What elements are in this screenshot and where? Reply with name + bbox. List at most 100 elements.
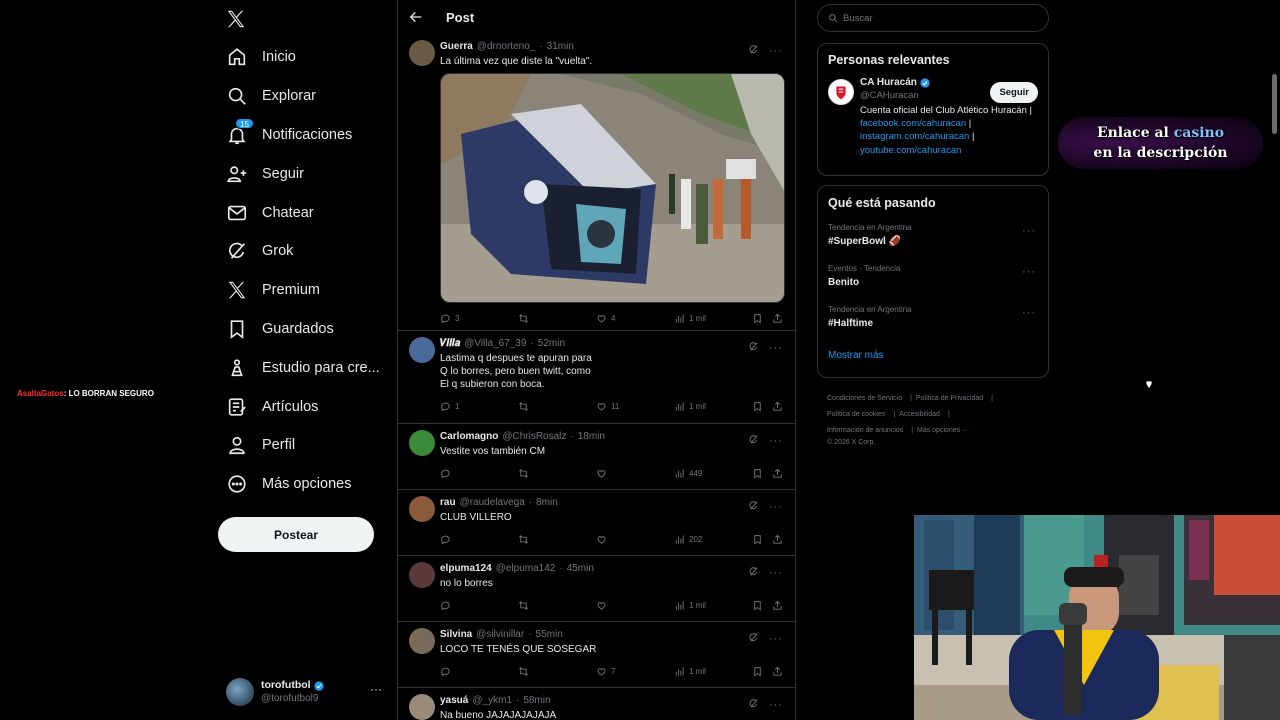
retweet-button[interactable]: [518, 468, 533, 479]
more-icon[interactable]: ···: [1022, 307, 1036, 319]
footer-link[interactable]: Política de cookies: [827, 411, 885, 418]
timestamp[interactable]: 52min: [538, 337, 565, 350]
reply-tweet[interactable]: ··· yasuá @_ykm1 · 58min Na bueno JAJAJA…: [398, 688, 795, 720]
reply-tweet[interactable]: ··· elpuma124 @elpuma142 · 45min no lo b…: [398, 556, 795, 622]
author-name[interactable]: Silvina: [440, 628, 472, 641]
bookmark-button[interactable]: [752, 468, 763, 481]
relevant-account[interactable]: CA Huracán @CAHuracan Cuenta oficial del…: [818, 71, 1048, 201]
avatar[interactable]: [409, 430, 435, 456]
nav-item-estudio[interactable]: Estudio para cre...: [218, 348, 398, 387]
scrollbar-thumb[interactable]: [1272, 74, 1277, 134]
views-button[interactable]: 202: [674, 534, 702, 545]
views-button[interactable]: 1 mil: [674, 600, 706, 611]
footer-link[interactable]: Más opciones ···: [917, 427, 969, 434]
reply-tweet[interactable]: ··· rau @raudelavega · 8min CLUB VILLERO…: [398, 490, 795, 556]
nav-item-mas-opciones[interactable]: Más opciones: [218, 465, 398, 504]
like-button[interactable]: 4: [596, 313, 615, 324]
reply-tweet[interactable]: ··· 𝑽𝒊𝒍𝒍𝒂 @Villa_67_39 · 52min Lastima q…: [398, 331, 795, 424]
reply-button[interactable]: 1: [440, 401, 459, 412]
author-name[interactable]: yasuá: [440, 694, 468, 707]
share-button[interactable]: [772, 401, 783, 414]
trend-item[interactable]: Eventos · Tendencia Benito ···: [818, 260, 1048, 301]
share-button[interactable]: [772, 666, 783, 679]
post-button[interactable]: Postear: [218, 517, 374, 552]
like-button[interactable]: 11: [596, 401, 619, 412]
bio-link-facebook[interactable]: facebook.com/cahuracan: [860, 118, 966, 129]
bookmark-button[interactable]: [752, 313, 763, 326]
search-input[interactable]: [843, 12, 1033, 24]
share-button[interactable]: [772, 600, 783, 613]
retweet-button[interactable]: [518, 313, 533, 324]
reply-tweet[interactable]: ··· Guerra @drnorteno_ · 31min La última…: [398, 34, 795, 331]
retweet-button[interactable]: [518, 401, 533, 412]
more-icon[interactable]: ···: [1022, 225, 1036, 237]
avatar[interactable]: [409, 496, 435, 522]
bookmark-button[interactable]: [752, 401, 763, 414]
like-button[interactable]: [596, 600, 611, 611]
nav-item-explorar[interactable]: Explorar: [218, 77, 398, 116]
trend-item[interactable]: Tendencia en Argentina #Halftime ···: [818, 301, 1048, 342]
nav-item-chatear[interactable]: Chatear: [218, 193, 398, 232]
timestamp[interactable]: 58min: [523, 694, 550, 707]
more-icon[interactable]: ···: [769, 634, 783, 645]
bookmark-button[interactable]: [752, 666, 763, 679]
reply-button[interactable]: [440, 666, 455, 677]
footer-link[interactable]: Información de anuncios: [827, 427, 903, 434]
reply-button[interactable]: [440, 468, 455, 479]
bookmark-button[interactable]: [752, 600, 763, 613]
retweet-button[interactable]: [518, 534, 533, 545]
author-name[interactable]: elpuma124: [440, 562, 492, 575]
timestamp[interactable]: 45min: [567, 562, 594, 575]
grok-icon[interactable]: [748, 42, 759, 60]
nav-item-seguir[interactable]: Seguir: [218, 154, 398, 193]
author-name[interactable]: 𝑽𝒊𝒍𝒍𝒂: [440, 337, 460, 350]
reply-tweet[interactable]: ··· Carlomagno @ChrisRosalz · 18min Vest…: [398, 424, 795, 490]
author-name[interactable]: Guerra: [440, 40, 473, 53]
back-arrow-icon[interactable]: [408, 9, 424, 25]
nav-item-premium[interactable]: Premium: [218, 271, 398, 310]
author-handle[interactable]: @drnorteno_: [477, 40, 536, 53]
grok-icon[interactable]: [748, 696, 759, 714]
retweet-button[interactable]: [518, 666, 533, 677]
grok-icon[interactable]: [748, 630, 759, 648]
author-handle[interactable]: @Villa_67_39: [464, 337, 526, 350]
author-name[interactable]: Carlomagno: [440, 430, 498, 443]
views-button[interactable]: 449: [674, 468, 702, 479]
show-more-link[interactable]: Mostrar más: [818, 342, 1048, 373]
like-button[interactable]: [596, 534, 611, 545]
reply-button[interactable]: 3: [440, 313, 459, 324]
nav-item-grok[interactable]: Grok: [218, 232, 398, 271]
more-icon[interactable]: ···: [769, 436, 783, 447]
footer-link[interactable]: Política de Privacidad: [916, 395, 983, 402]
avatar[interactable]: [409, 337, 435, 363]
like-button[interactable]: 7: [596, 666, 615, 677]
footer-link[interactable]: Accesibilidad: [899, 411, 940, 418]
trend-item[interactable]: Tendencia en Argentina #SuperBowl 🏈 ···: [818, 219, 1048, 260]
bookmark-button[interactable]: [752, 534, 763, 547]
reply-tweet[interactable]: ··· Silvina @silvinillar · 55min LOCO TE…: [398, 622, 795, 688]
author-handle[interactable]: @raudelavega: [460, 496, 525, 509]
views-button[interactable]: 1 mil: [674, 401, 706, 412]
avatar[interactable]: [409, 628, 435, 654]
account-switcher[interactable]: torofutbol @torofutbol9 ···: [226, 676, 386, 708]
more-icon[interactable]: ···: [769, 502, 783, 513]
share-button[interactable]: [772, 468, 783, 481]
grok-icon[interactable]: [748, 564, 759, 582]
nav-item-notificaciones[interactable]: 15 Notificaciones: [218, 116, 398, 155]
tweet-media[interactable]: [440, 73, 785, 303]
views-button[interactable]: 1 mil: [674, 666, 706, 677]
timestamp[interactable]: 31min: [547, 40, 574, 53]
like-button[interactable]: [596, 468, 611, 479]
nav-item-perfil[interactable]: Perfil: [218, 426, 398, 465]
avatar[interactable]: [409, 562, 435, 588]
timestamp[interactable]: 8min: [536, 496, 558, 509]
reply-button[interactable]: [440, 534, 455, 545]
author-name[interactable]: rau: [440, 496, 456, 509]
nav-item-guardados[interactable]: Guardados: [218, 310, 398, 349]
more-icon[interactable]: ···: [1022, 266, 1036, 278]
views-button[interactable]: 1 mil: [674, 313, 706, 324]
bio-link-youtube[interactable]: youtube.com/cahuracan: [860, 145, 961, 156]
footer-link[interactable]: Condiciones de Servicio: [827, 395, 902, 402]
more-icon[interactable]: ···: [769, 568, 783, 579]
more-icon[interactable]: ···: [769, 343, 783, 354]
